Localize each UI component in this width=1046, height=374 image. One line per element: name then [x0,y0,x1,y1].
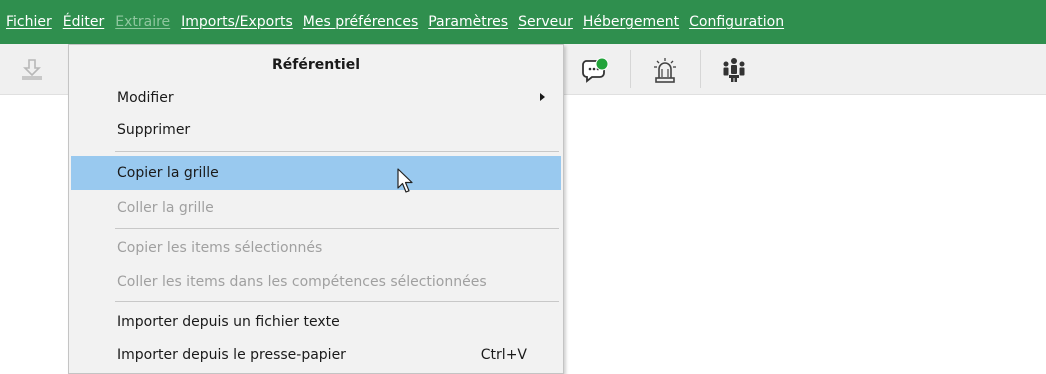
menu-editer[interactable]: Éditer [52,14,104,30]
menu-item-label: Coller les items dans les compétences sé… [117,274,487,290]
menu-separator [115,151,559,152]
team-icon[interactable] [716,52,752,88]
download-icon[interactable] [14,52,50,88]
menu-item-label: Supprimer [117,122,191,138]
menu-serveur[interactable]: Serveur [508,14,573,30]
mouse-cursor-icon [397,168,415,198]
menu-item-copier-les-items: Copier les items sélectionnés [71,231,561,265]
toolbar-separator [700,50,701,88]
menu-mes-preferences[interactable]: Mes préférences [293,14,418,30]
submenu-arrow-icon [540,93,545,101]
menu-item-importer-presse-papier[interactable]: Importer depuis le presse-papier Ctrl+V [71,338,561,372]
menu-item-label: Importer depuis le presse-papier [117,347,346,363]
menu-hebergement[interactable]: Hébergement [573,14,679,30]
menu-item-label: Copier la grille [117,165,219,181]
menu-item-modifier[interactable]: Modifier [71,81,561,115]
menu-separator [115,301,559,302]
menu-item-importer-fichier-texte[interactable]: Importer depuis un fichier texte [71,305,561,339]
menu-imports-exports[interactable]: Imports/Exports [170,14,293,30]
menu-item-coller-les-items: Coller les items dans les compétences sé… [71,265,561,299]
menu-separator [115,228,559,229]
menu-extraire: Extraire [115,14,171,30]
alarm-light-icon[interactable] [647,52,683,88]
menu-item-coller-la-grille: Coller la grille [71,191,561,225]
menu-configuration[interactable]: Configuration [679,14,784,30]
menu-bar: Fichier Éditer Extraire Imports/Exports … [0,0,1046,44]
menu-item-copier-la-grille[interactable]: Copier la grille [71,156,561,190]
dropdown-title: Référentiel [271,57,360,73]
menu-item-label: Modifier [117,90,174,106]
chat-status-icon[interactable] [578,52,614,88]
menu-item-label: Coller la grille [117,200,214,216]
menu-item-label: Copier les items sélectionnés [117,240,323,256]
toolbar-separator [630,50,631,88]
menu-parametres[interactable]: Paramètres [418,14,508,30]
menu-fichier[interactable]: Fichier [0,14,52,30]
menu-item-supprimer[interactable]: Supprimer [71,113,561,147]
shortcut-label: Ctrl+V [480,347,527,363]
referentiel-dropdown-menu: Référentiel Modifier Supprimer Copier la… [68,44,564,374]
menu-item-label: Importer depuis un fichier texte [117,314,340,330]
